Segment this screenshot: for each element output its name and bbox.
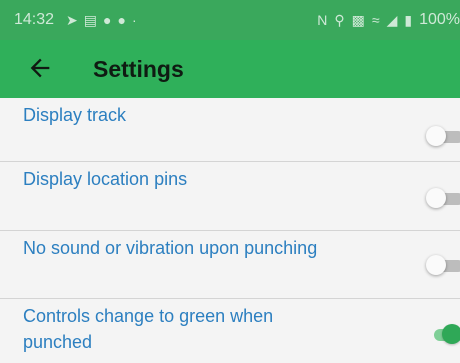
no-sound-toggle[interactable] bbox=[426, 255, 460, 276]
status-left-group: 14:32 ➤ ▤ ● ● · bbox=[14, 11, 137, 29]
vibrate-icon: ▩ bbox=[351, 12, 365, 28]
display-track-toggle[interactable] bbox=[426, 126, 460, 147]
signal-icon: ◢ bbox=[386, 12, 398, 28]
notification-icon: ● bbox=[117, 12, 126, 28]
setting-label: Display track bbox=[23, 105, 127, 125]
status-bar: 14:32 ➤ ▤ ● ● · N ⚲ ▩ ≈ ◢ ▮ 100% bbox=[0, 0, 460, 40]
navigation-arrow-icon: ➤ bbox=[66, 12, 78, 28]
back-arrow-icon[interactable] bbox=[26, 54, 54, 82]
settings-list: Display track Display location pins No s… bbox=[0, 98, 460, 363]
status-time: 14:32 bbox=[14, 11, 55, 28]
wifi-icon: ≈ bbox=[371, 12, 380, 28]
setting-label: No sound or vibration upon punching bbox=[23, 238, 318, 258]
display-location-pins-toggle[interactable] bbox=[426, 188, 460, 209]
toggle-thumb bbox=[426, 255, 446, 275]
setting-row-display-location-pins[interactable]: Display location pins bbox=[0, 162, 460, 231]
setting-row-display-track[interactable]: Display track bbox=[0, 98, 460, 162]
toggle-thumb bbox=[426, 126, 446, 146]
location-icon: ⚲ bbox=[334, 12, 345, 28]
app-bar: Settings bbox=[0, 40, 460, 98]
controls-green-toggle[interactable] bbox=[426, 324, 460, 345]
battery-text: 100% bbox=[419, 11, 460, 28]
page-title: Settings bbox=[93, 56, 184, 82]
notification-icon: ● bbox=[103, 12, 112, 28]
battery-icon: ▮ bbox=[404, 12, 413, 28]
setting-row-controls-green[interactable]: Controls change to green when punched bbox=[0, 299, 460, 363]
toggle-thumb bbox=[442, 324, 460, 344]
status-right-group: N ⚲ ▩ ≈ ◢ ▮ 100% bbox=[317, 0, 460, 40]
setting-row-no-sound[interactable]: No sound or vibration upon punching bbox=[0, 231, 460, 299]
toggle-thumb bbox=[426, 188, 446, 208]
message-icon: ▤ bbox=[83, 12, 98, 28]
nfc-icon: N bbox=[317, 12, 328, 28]
setting-label: Display location pins bbox=[23, 169, 188, 189]
setting-label: Controls change to green when punched bbox=[23, 306, 274, 352]
dot-icon: · bbox=[131, 12, 137, 28]
